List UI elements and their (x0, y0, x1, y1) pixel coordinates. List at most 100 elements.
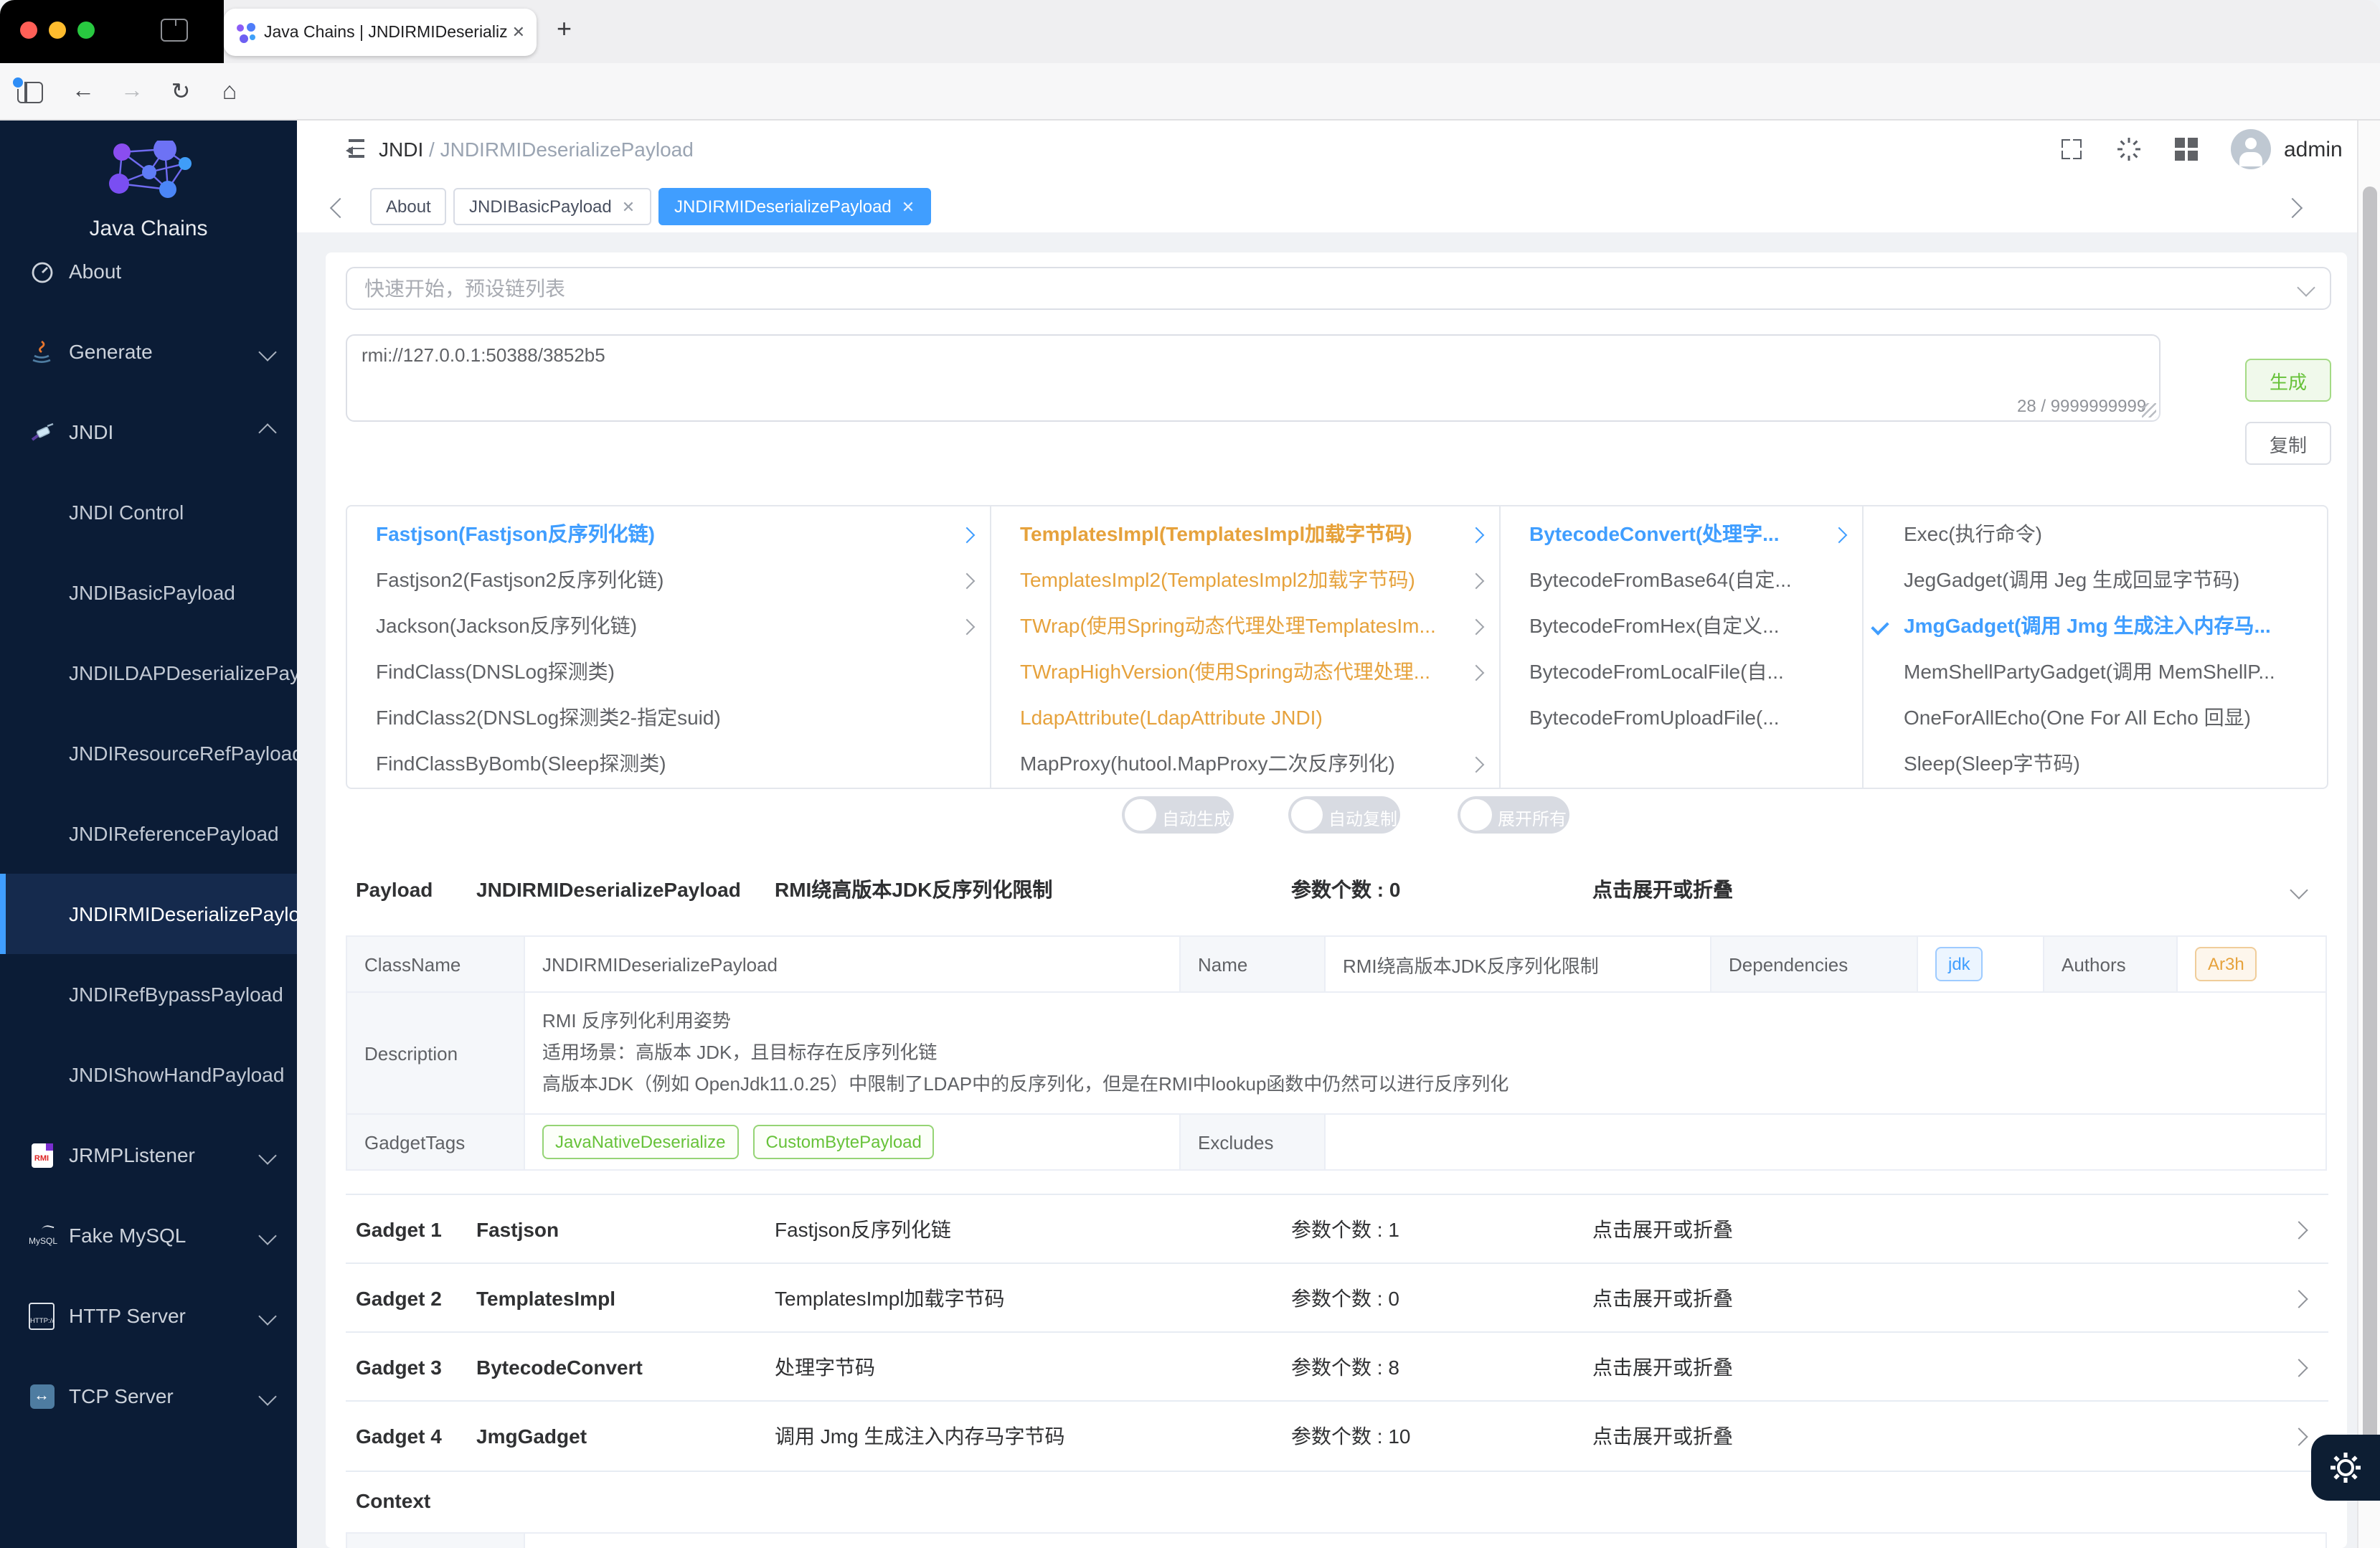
tab-close-icon[interactable]: ✕ (512, 23, 525, 42)
cascader-option[interactable]: BytecodeConvert(处理字... (1501, 511, 1862, 557)
tab-jndibasicpayload[interactable]: JNDIBasicPayload ✕ (453, 188, 651, 225)
new-tab-button[interactable]: + (557, 14, 572, 44)
home-button[interactable]: ⌂ (209, 63, 250, 121)
tab-close-icon[interactable]: ✕ (622, 197, 635, 216)
collapse-sidebar-icon[interactable] (341, 139, 364, 158)
gadget-desc: 处理字节码 (775, 1356, 875, 1379)
gadget-tag: CustomBytePayload (752, 1125, 935, 1159)
sidebar-item-label: JNDILDAPDeserializePayload (69, 661, 297, 684)
expand-all-toggle[interactable]: 展开所有 (1458, 796, 1569, 834)
cascader-option[interactable]: Fastjson(Fastjson反序列化链) (347, 511, 990, 557)
sidebar-item-jndiresourcerefpayload[interactable]: JNDIResourceRefPayload (0, 713, 297, 793)
traffic-minimize-button[interactable] (49, 22, 66, 39)
titlebar-sidebar-icon[interactable] (161, 19, 188, 42)
cascader-option[interactable]: Jackson(Jackson反序列化链) (347, 603, 990, 648)
cascader-option[interactable]: JegGadget(调用 Jeg 生成回显字节码) (1864, 557, 2327, 603)
browser-tab[interactable]: Java Chains | JNDIRMIDeserializ ✕ (224, 9, 537, 56)
auto-generate-toggle[interactable]: 自动生成 (1122, 796, 1234, 834)
avatar[interactable] (2231, 129, 2271, 169)
tcp-icon: ↔ (29, 1383, 55, 1409)
payload-desc: RMI绕高版本JDK反序列化限制 (775, 878, 1053, 901)
cascader-option[interactable]: TemplatesImpl(TemplatesImpl加载字节码) (991, 511, 1499, 557)
cascader-option[interactable]: BytecodeFromBase64(自定... (1501, 557, 1862, 603)
sidebar-item-jndildapdeserializepayload[interactable]: JNDILDAPDeserializePayload (0, 633, 297, 713)
payload-info-table: ClassName JNDIRMIDeserializePayload Name… (346, 935, 2327, 1171)
breadcrumb-separator: / (429, 138, 435, 161)
excludes-label: Excludes (1181, 1115, 1326, 1169)
apps-grid-icon[interactable] (2169, 136, 2204, 162)
gadget-row-2[interactable]: Gadget 2 TemplatesImpl TemplatesImpl加载字节… (346, 1263, 2328, 1333)
cascader-option[interactable]: Sleep(Sleep字节码) (1864, 740, 2327, 786)
cascader-option[interactable]: TemplatesImpl2(TemplatesImpl2加载字节码) (991, 557, 1499, 603)
payload-summary-row[interactable]: Payload JNDIRMIDeserializePayload RMI绕高版… (346, 861, 2328, 918)
gadget-label: Gadget 4 (356, 1425, 442, 1448)
sidebar-item-http-server[interactable]: HTTP:// HTTP Server (0, 1275, 297, 1356)
cascader-option[interactable]: TWrap(使用Spring动态代理处理TemplatesIm... (991, 603, 1499, 648)
breadcrumb-root[interactable]: JNDI (379, 138, 423, 161)
breadcrumb-current: JNDIRMIDeserializePayload (440, 138, 694, 161)
cascader-option[interactable]: TWrapHighVersion(使用Spring动态代理处理... (991, 648, 1499, 694)
classname-value: JNDIRMIDeserializePayload (525, 937, 1181, 991)
sidebar-item-jndi[interactable]: JNDI (0, 392, 297, 472)
sidebar-item-label: JNDI Control (69, 501, 184, 524)
reload-button[interactable]: ↻ (161, 63, 201, 121)
cascader-option[interactable]: BytecodeFromHex(自定义... (1501, 603, 1862, 648)
copy-button[interactable]: 复制 (2245, 422, 2331, 465)
tab-favicon-icon (235, 22, 255, 42)
sidebar-item-about[interactable]: About (0, 231, 297, 311)
tab-jndirmideserializepayload[interactable]: JNDIRMIDeserializePayload ✕ (658, 188, 931, 225)
auto-copy-toggle[interactable]: 自动复制 (1288, 796, 1400, 834)
cascader-option-selected[interactable]: JmgGadget(调用 Jmg 生成注入内存马... (1864, 603, 2327, 648)
settings-fab[interactable] (2311, 1435, 2380, 1501)
gadget-row-3[interactable]: Gadget 3 BytecodeConvert 处理字节码 参数个数 : 8 … (346, 1331, 2328, 1402)
sidebar-item-jndirmideserializepayload[interactable]: JNDIRMIDeserializePayload (0, 874, 297, 954)
cascader-option[interactable]: FindClass(DNSLog探测类) (347, 648, 990, 694)
username[interactable]: admin (2284, 138, 2343, 162)
quickstart-select[interactable]: 快速开始，预设链列表 (346, 267, 2331, 310)
gadget-param-count: 参数个数 : 0 (1291, 1287, 1399, 1310)
refresh-spinner-icon[interactable] (2112, 136, 2146, 162)
tab-about[interactable]: About (370, 188, 447, 225)
cascader-option[interactable]: OneForAllEcho(One For All Echo 回显) (1864, 694, 2327, 740)
tab-overview-icon[interactable] (11, 76, 43, 103)
page-scrollbar[interactable] (2357, 121, 2380, 1548)
cascader-option[interactable]: Exec(执行命令) (1864, 511, 2327, 557)
fullscreen-icon[interactable] (2054, 136, 2089, 162)
cascader-option[interactable]: MapProxy(hutool.MapProxy二次反序列化) (991, 740, 1499, 786)
sidebar-item-jndireferencepayload[interactable]: JNDIReferencePayload (0, 793, 297, 874)
tab-close-icon[interactable]: ✕ (902, 197, 915, 216)
sidebar-item-fake-mysql[interactable]: MySQL Fake MySQL (0, 1195, 297, 1275)
cascader-option[interactable]: BytecodeFromLocalFile(自... (1501, 648, 1862, 694)
scrollbar-thumb[interactable] (2363, 187, 2377, 1442)
traffic-close-button[interactable] (20, 22, 37, 39)
cascader-option[interactable]: BytecodeFromUploadFile(... (1501, 694, 1862, 740)
gadget-desc: Fastjson反序列化链 (775, 1218, 951, 1241)
sidebar-item-jndirefbypasspayload[interactable]: JNDIRefBypassPayload (0, 954, 297, 1034)
back-button[interactable]: ← (63, 63, 103, 121)
cascader-option[interactable]: MemShellPartyGadget(调用 MemShellP... (1864, 648, 2327, 694)
cascader-option[interactable]: FindClassByBomb(Sleep探测类) (347, 740, 990, 786)
sidebar-item-tcp-server[interactable]: ↔ TCP Server (0, 1356, 297, 1436)
gadget-desc: TemplatesImpl加载字节码 (775, 1287, 1005, 1310)
traffic-zoom-button[interactable] (77, 22, 95, 39)
gadget-row-1[interactable]: Gadget 1 Fastjson Fastjson反序列化链 参数个数 : 1… (346, 1194, 2328, 1264)
sidebar-item-jndibasicpayload[interactable]: JNDIBasicPayload (0, 552, 297, 633)
payload-textarea[interactable]: rmi://127.0.0.1:50388/3852b5 (346, 334, 2161, 422)
cascader-option[interactable]: FindClass2(DNSLog探测类2-指定suid) (347, 694, 990, 740)
chevron-down-icon (258, 1306, 277, 1325)
sidebar-item-jndishowhandpayload[interactable]: JNDIShowHandPayload (0, 1034, 297, 1115)
generate-button[interactable]: 生成 (2245, 359, 2331, 402)
cascader-option[interactable]: Fastjson2(Fastjson2反序列化链) (347, 557, 990, 603)
sidebar-item-jrmplistener[interactable]: RMI JRMPListener (0, 1115, 297, 1195)
gadget-param-count: 参数个数 : 8 (1291, 1356, 1399, 1379)
forward-button[interactable]: → (112, 63, 152, 121)
resize-handle[interactable] (2142, 403, 2156, 417)
gadget-row-4[interactable]: Gadget 4 JmgGadget 调用 Jmg 生成注入内存马字节码 参数个… (346, 1400, 2328, 1472)
excludes-value (1326, 1115, 2325, 1169)
sidebar-item-jndi-control[interactable]: JNDI Control (0, 472, 297, 552)
cascader-option[interactable]: LdapAttribute(LdapAttribute JNDI) (991, 694, 1499, 740)
app-logo: Java Chains (0, 138, 297, 241)
sidebar-item-generate[interactable]: Generate (0, 311, 297, 392)
screen: Java Chains | JNDIRMIDeserializ ✕ + ← → … (0, 0, 2380, 1548)
table-row: GadgetTags JavaNativeDeserialize CustomB… (347, 1115, 2325, 1171)
